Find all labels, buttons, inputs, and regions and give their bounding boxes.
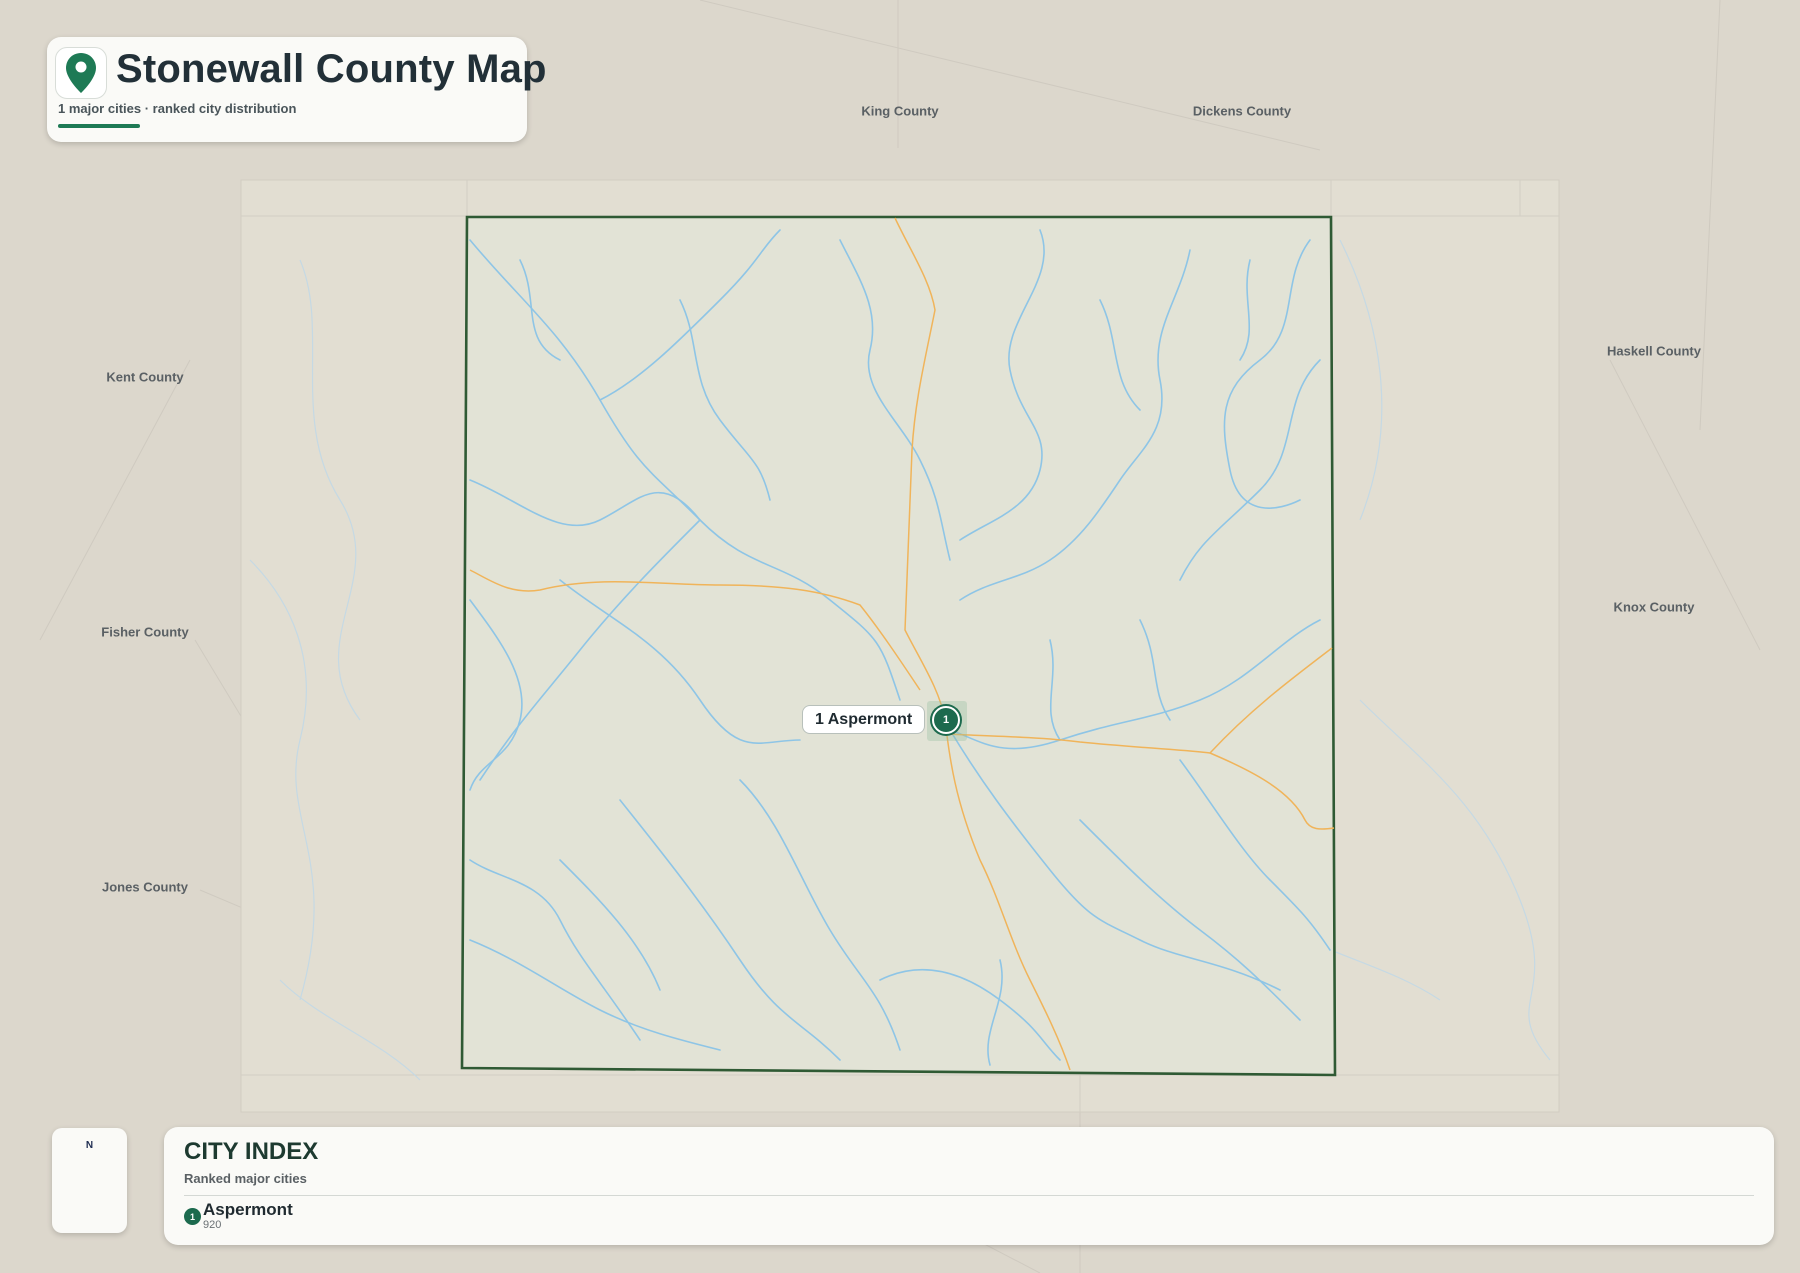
- city-index-panel: CITY INDEX Ranked major cities 1 Aspermo…: [164, 1127, 1774, 1245]
- city-marker-aspermont[interactable]: 1: [932, 706, 960, 734]
- title-card: Stonewall County Map 1 major cities · ra…: [47, 37, 546, 142]
- neighbor-label-kent: Kent County: [106, 369, 184, 385]
- compass: N: [52, 1128, 127, 1233]
- neighbor-label-haskell: Haskell County: [1607, 343, 1701, 359]
- city-index-subtitle: Ranked major cities: [184, 1171, 307, 1186]
- city-index-title: CITY INDEX: [184, 1138, 319, 1165]
- title-accent-bar: [58, 124, 140, 128]
- neighbor-label-king: King County: [861, 103, 939, 119]
- map-pin-icon: [55, 47, 107, 99]
- city-index-item-name[interactable]: Aspermont: [203, 1200, 293, 1220]
- neighbor-label-jones: Jones County: [102, 879, 188, 895]
- county-boundary: [460, 215, 1337, 1077]
- neighbor-label-knox: Knox County: [1613, 599, 1695, 615]
- neighbor-label-dickens: Dickens County: [1192, 103, 1292, 119]
- city-label-aspermont[interactable]: 1 Aspermont: [802, 705, 926, 734]
- page-title: Stonewall County Map: [116, 47, 547, 91]
- city-index-divider: [184, 1195, 1754, 1196]
- city-index-rank-badge: 1: [184, 1208, 201, 1225]
- page-subtitle: 1 major cities · ranked city distributio…: [58, 101, 297, 116]
- neighbor-label-fisher: Fisher County: [101, 624, 189, 640]
- compass-north-label: N: [85, 1140, 94, 1151]
- map-canvas[interactable]: [0, 0, 1800, 1273]
- city-index-item-value: 920: [203, 1219, 222, 1231]
